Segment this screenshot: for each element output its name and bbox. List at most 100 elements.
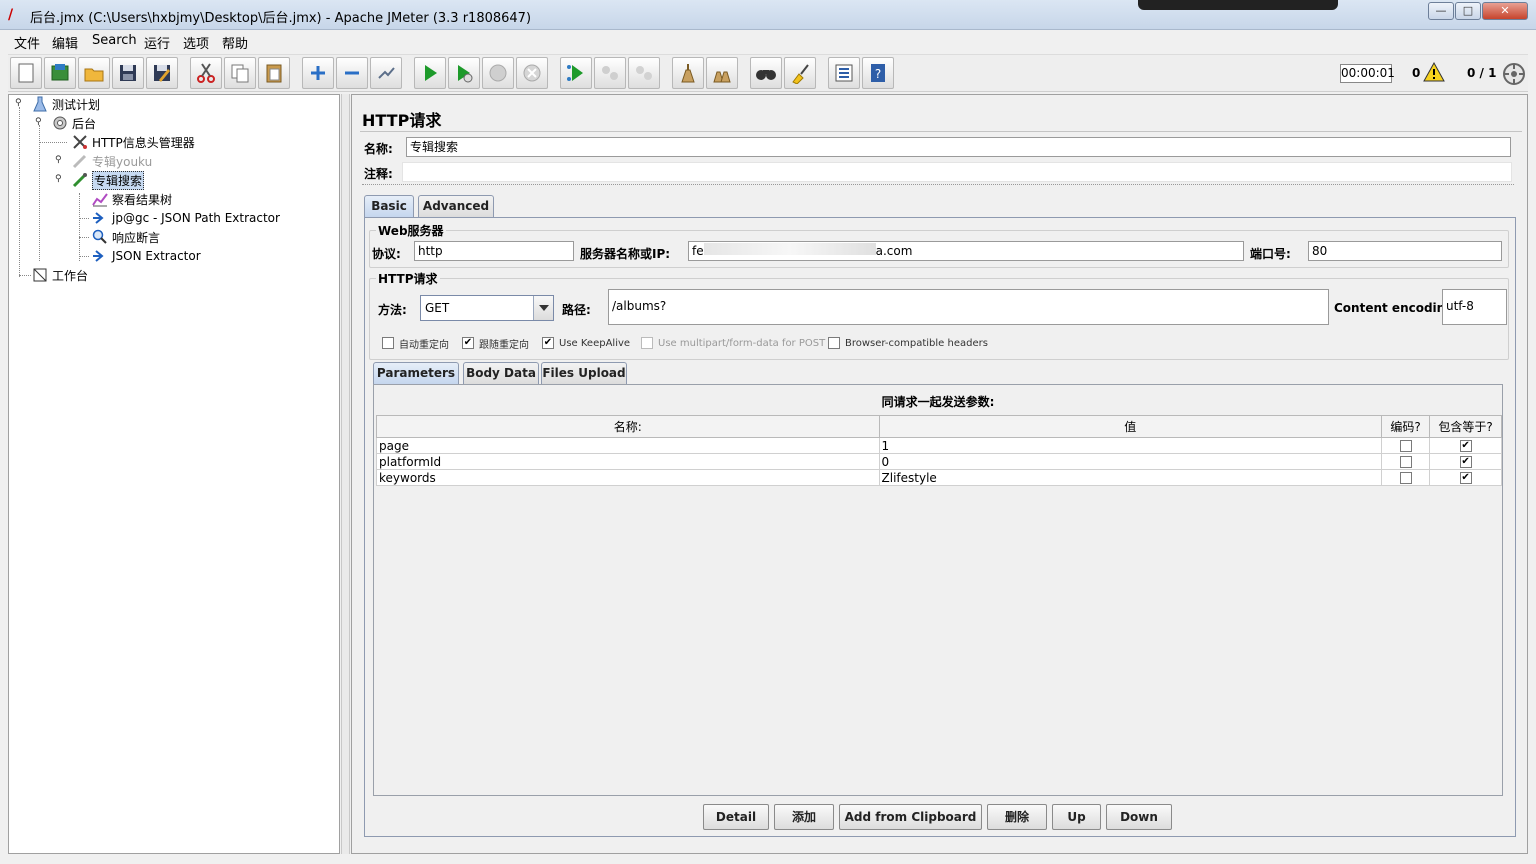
port-field[interactable]: 80 [1308,241,1502,261]
tree-node-thread-group[interactable]: 后台 [51,114,96,132]
shutdown-button[interactable] [516,57,548,89]
tree-node-json-extractor[interactable]: JSON Extractor [91,247,201,265]
delete-button[interactable]: 删除 [987,804,1047,830]
param-value-cell[interactable]: 1 [878,437,1383,454]
detail-button[interactable]: Detail [703,804,769,830]
expand-all-button[interactable] [302,57,334,89]
pane-splitter[interactable] [341,94,350,854]
paste-button[interactable] [258,57,290,89]
follow-redirect-checkbox[interactable]: ✔ 跟随重定向 [462,335,529,351]
save-button[interactable] [112,57,144,89]
table-row[interactable]: page 1 ✔ [376,437,1502,454]
menu-file[interactable]: 文件 [14,33,40,52]
copy-button[interactable] [224,57,256,89]
tab-body-data[interactable]: Body Data [463,362,539,384]
remote-stop-button[interactable] [594,57,626,89]
minimize-button[interactable]: — [1428,2,1454,20]
tree-node-workbench[interactable]: 工作台 [31,266,88,284]
tree-node-json-path-extractor[interactable]: jp@gc - JSON Path Extractor [91,209,280,227]
start-no-timers-button[interactable] [448,57,480,89]
encode-checkbox[interactable] [1399,456,1412,468]
tab-parameters[interactable]: Parameters [373,362,459,384]
collapse-divider[interactable] [362,184,1514,185]
include-equals-checkbox[interactable]: ✔ [1459,456,1472,468]
warning-icon[interactable] [1423,62,1445,82]
add-button[interactable]: 添加 [774,804,834,830]
method-select[interactable]: GET [420,295,554,321]
table-row[interactable]: keywords Zlifestyle ✔ [376,469,1502,486]
toggle-button[interactable] [370,57,402,89]
checkbox-box[interactable] [641,337,653,349]
chevron-down-icon[interactable] [533,296,553,320]
name-field[interactable]: 专辑搜索 [406,137,1511,157]
search-button[interactable] [750,57,782,89]
maximize-button[interactable]: □ [1455,2,1481,20]
tree-node-sampler-selected[interactable]: 专辑搜索 [71,170,145,190]
clear-button[interactable] [672,57,704,89]
checkbox-box[interactable] [382,337,394,349]
help-button[interactable]: ? [862,57,894,89]
server-field[interactable]: fe a.com [688,241,1244,261]
param-name-cell[interactable]: keywords [376,469,880,486]
param-name-cell[interactable]: platformId [376,453,880,470]
remote-start-button[interactable] [560,57,592,89]
menu-edit[interactable]: 编辑 [52,33,78,52]
close-button[interactable]: ✕ [1482,2,1528,20]
column-header-encode[interactable]: 编码? [1381,415,1431,438]
browser-headers-checkbox[interactable]: Browser-compatible headers [828,335,988,351]
templates-button[interactable] [44,57,76,89]
include-equals-checkbox[interactable]: ✔ [1459,472,1472,484]
new-button[interactable] [10,57,42,89]
menu-search[interactable]: Search [92,33,137,48]
menu-help[interactable]: 帮助 [222,33,248,52]
menu-options[interactable]: 选项 [183,33,209,52]
include-equals-checkbox[interactable]: ✔ [1459,440,1472,452]
encode-checkbox[interactable] [1399,472,1412,484]
tree-node-header-manager[interactable]: HTTP信息头管理器 [71,133,195,151]
content-encoding-field[interactable]: utf-8 [1442,289,1507,325]
tree-node-results-tree[interactable]: 察看结果树 [91,190,172,208]
table-row[interactable]: platformId 0 ✔ [376,453,1502,470]
tree-node-test-plan[interactable]: 测试计划 [31,95,100,113]
checkbox-box[interactable] [828,337,840,349]
menu-run[interactable]: 运行 [144,33,170,52]
stop-button[interactable] [482,57,514,89]
tab-advanced[interactable]: Advanced [418,195,494,217]
add-from-clipboard-button[interactable]: Add from Clipboard [839,804,982,830]
include-equals-cell[interactable]: ✔ [1429,453,1502,470]
param-value-cell[interactable]: 0 [878,453,1383,470]
auto-redirect-checkbox[interactable]: 自动重定向 [382,335,449,351]
tree-toggle-collapse[interactable]: ⚲ [55,175,63,184]
clear-all-button[interactable] [706,57,738,89]
encode-cell[interactable] [1381,453,1431,470]
down-button[interactable]: Down [1106,804,1172,830]
path-field[interactable]: /albums? [608,289,1329,325]
reset-search-button[interactable] [784,57,816,89]
protocol-field[interactable]: http [414,241,574,261]
param-value-cell[interactable]: Zlifestyle [878,469,1383,486]
encode-cell[interactable] [1381,437,1431,454]
column-header-name[interactable]: 名称: [376,415,880,438]
column-header-value[interactable]: 值 [878,415,1383,438]
tab-basic[interactable]: Basic [364,195,414,217]
tab-files-upload[interactable]: Files Upload [541,362,627,384]
encode-checkbox[interactable] [1399,440,1412,452]
open-button[interactable] [78,57,110,89]
column-header-include-equals[interactable]: 包含等于? [1429,415,1502,438]
tree-node-response-assertion[interactable]: 响应断言 [91,228,160,246]
tree-toggle-collapse[interactable]: ⚲ [35,118,43,127]
up-button[interactable]: Up [1052,804,1101,830]
save-as-button[interactable] [146,57,178,89]
encode-cell[interactable] [1381,469,1431,486]
keepalive-checkbox[interactable]: ✔ Use KeepAlive [542,335,630,351]
collapse-all-button[interactable] [336,57,368,89]
remote-engines-icon[interactable] [1502,62,1526,86]
checkbox-box[interactable]: ✔ [462,337,474,349]
tree-node-sampler-disabled[interactable]: 专辑youku [71,152,152,170]
comment-field[interactable] [402,162,1512,182]
include-equals-cell[interactable]: ✔ [1429,469,1502,486]
cut-button[interactable] [190,57,222,89]
checkbox-box[interactable]: ✔ [542,337,554,349]
tree-toggle-expand[interactable]: ⚲ [55,156,63,165]
multipart-checkbox[interactable]: Use multipart/form-data for POST [641,335,825,351]
